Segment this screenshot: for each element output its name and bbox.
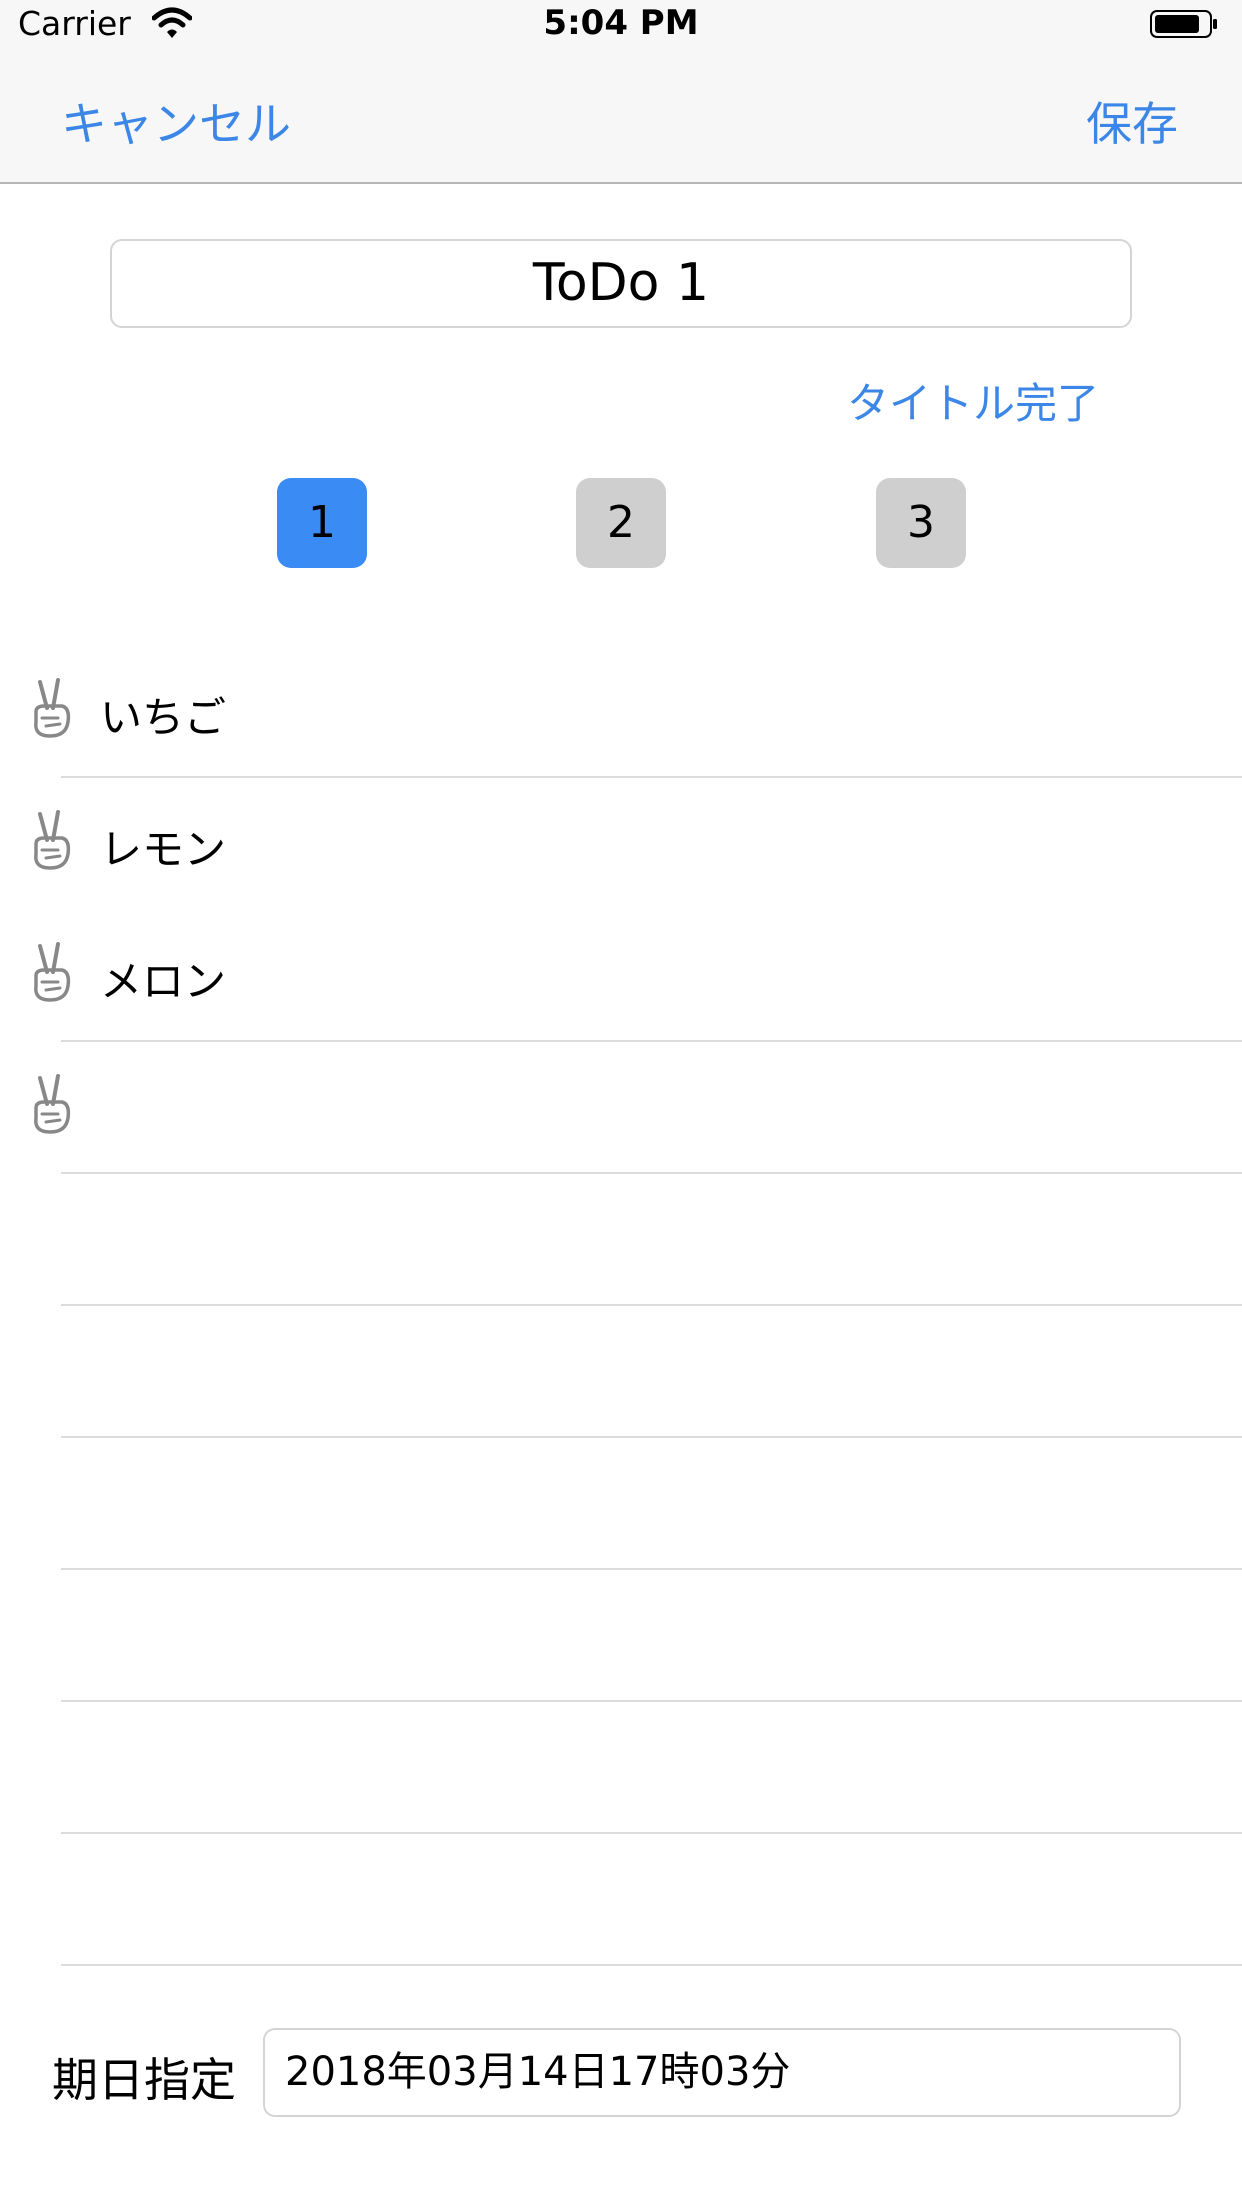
peace-hand-icon (34, 678, 71, 738)
list-item[interactable]: レモン (0, 776, 1242, 908)
navigation-bar: キャンセル 保存 (0, 54, 1242, 184)
due-date-label: 期日指定 (52, 2053, 236, 2107)
title-done-button[interactable]: タイトル完了 (847, 370, 1099, 431)
status-time: 5:04 PM (543, 3, 699, 43)
list-item-label: レモン (100, 825, 227, 874)
row-divider (61, 1964, 1242, 1966)
row-divider (61, 1172, 1242, 1174)
row-divider (61, 1700, 1242, 1702)
peace-hand-icon (34, 1074, 71, 1134)
cancel-button[interactable]: キャンセル (61, 88, 291, 154)
list-item-label: メロン (100, 957, 227, 1006)
row-divider (61, 1568, 1242, 1570)
due-date-field[interactable]: 2018年03月14日17時03分 (263, 2028, 1181, 2117)
save-button[interactable]: 保存 (1086, 88, 1178, 154)
row-divider (61, 1436, 1242, 1438)
list-item[interactable]: いちご (0, 644, 1242, 776)
segment-1-button[interactable]: 1 (277, 478, 367, 568)
peace-hand-icon (34, 942, 71, 1002)
list-item-label: いちご (100, 693, 227, 742)
segment-2-button[interactable]: 2 (576, 478, 666, 568)
list-item[interactable]: メロン (0, 908, 1242, 1040)
peace-hand-icon (34, 810, 71, 870)
row-divider (61, 1304, 1242, 1306)
segment-3-button[interactable]: 3 (876, 478, 966, 568)
battery-icon (1150, 10, 1217, 38)
status-bar: Carrier 5:04 PM (0, 0, 1242, 54)
title-input[interactable]: ToDo 1 (110, 239, 1132, 328)
row-divider (61, 1832, 1242, 1834)
list-item[interactable] (0, 1040, 1242, 1172)
